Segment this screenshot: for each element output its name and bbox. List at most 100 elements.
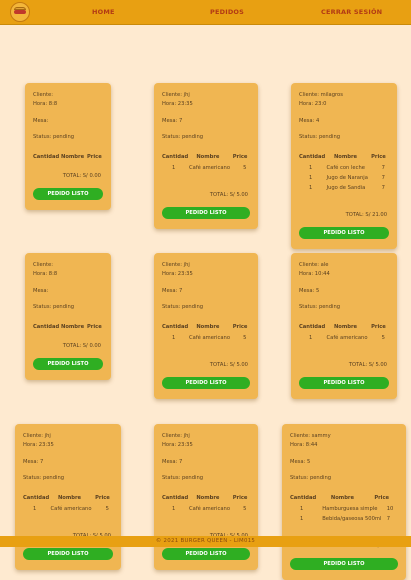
cliente-line: Cliente: sammy xyxy=(290,433,331,439)
order-total: TOTAL: S/ 0.00 xyxy=(63,173,101,179)
order-card: Cliente: Hora: 8:8 Mesa: Status: pending C… xyxy=(25,83,111,210)
col-cantidad-header: Cantidad xyxy=(290,495,317,501)
order-card: Cliente: jhj Hora: 23:35 Mesa: 7 Status: pe… xyxy=(154,253,258,399)
col-precio-header: Price xyxy=(371,154,386,160)
order-total: TOTAL: S/ 21.00 xyxy=(346,212,387,218)
order-card: Cliente: jhj Hora: 23:35 Mesa: 7 Status: pe… xyxy=(154,83,258,229)
pedido-listo-button[interactable]: PEDIDO LISTO xyxy=(162,548,250,560)
cliente-line-label: Cliente: xyxy=(33,262,53,268)
cliente-line-label: Cliente: xyxy=(33,92,53,98)
order-total: TOTAL: S/ 0.00 xyxy=(63,343,101,349)
mesa-line: Mesa: 4 xyxy=(299,118,319,124)
hora-line-value: 8:44 xyxy=(305,442,318,448)
col-precio-header: Price xyxy=(374,495,390,501)
status-line: Status: pending xyxy=(33,304,74,310)
item-nombre: Café con leche xyxy=(326,165,365,171)
item-precio: 7 xyxy=(386,516,391,522)
cliente-line-label: Cliente: xyxy=(299,92,319,98)
mesa-line-label: Mesa: xyxy=(162,118,178,124)
status-line-value: pending xyxy=(181,304,204,310)
mesa-line-label: Mesa: xyxy=(299,288,315,294)
mesa-line-value: 7 xyxy=(178,118,183,124)
hora-line-value: 23:0 xyxy=(314,101,327,107)
pedido-listo-button[interactable]: PEDIDO LISTO xyxy=(33,358,103,370)
status-line-value: pending xyxy=(181,134,204,140)
status-line-label: Status: xyxy=(162,134,181,140)
hora-line: Hora: 8:8 xyxy=(33,271,57,277)
col-cantidad-header: Cantidad xyxy=(162,495,189,501)
col-nombre-header: Nombre xyxy=(61,324,85,330)
col-cantidad-header: Cantidad xyxy=(162,324,189,330)
col-nombre-header: Nombre xyxy=(196,324,220,330)
order-total: TOTAL: S/ 5.00 xyxy=(349,362,387,368)
col-nombre-header: Nombre xyxy=(330,495,355,501)
mesa-line: Mesa: 7 xyxy=(162,288,182,294)
mesa-line: Mesa: 7 xyxy=(162,118,182,124)
mesa-line: Mesa: 5 xyxy=(299,288,319,294)
cliente-line-label: Cliente: xyxy=(23,433,43,439)
item-cantidad: 1 xyxy=(309,175,313,181)
pedido-listo-button[interactable]: PEDIDO LISTO xyxy=(23,548,113,560)
pedido-listo-button[interactable]: PEDIDO LISTO xyxy=(162,207,250,219)
cliente-line: Cliente: ale xyxy=(299,262,328,268)
cliente-line-value: ale xyxy=(320,262,329,268)
nav-pedidos-link[interactable]: PEDIDOS xyxy=(210,8,244,16)
pedido-listo-button[interactable]: PEDIDO LISTO xyxy=(33,188,103,200)
hora-line-label: Hora: xyxy=(162,101,177,107)
item-nombre: Café americano xyxy=(50,506,92,512)
mesa-line-value: 7 xyxy=(178,288,183,294)
order-card: Cliente: ale Hora: 10:44 Mesa: 5 Status: pe… xyxy=(291,253,397,399)
item-nombre: Café americano xyxy=(189,165,230,171)
nav-home-link[interactable]: HOME xyxy=(92,8,115,16)
total-value: 0.00 xyxy=(89,343,101,349)
cliente-line-value: jhj xyxy=(183,433,190,439)
item-precio: 10 xyxy=(386,506,394,512)
status-line-label: Status: xyxy=(290,475,309,481)
col-nombre-header: Nombre xyxy=(61,154,85,160)
pedido-listo-button[interactable]: PEDIDO LISTO xyxy=(299,227,389,239)
cliente-line: Cliente: jhj xyxy=(162,262,190,268)
hora-line: Hora: 23:35 xyxy=(162,101,193,107)
cliente-line-label: Cliente: xyxy=(290,433,310,439)
mesa-line-label: Mesa: xyxy=(23,459,39,465)
status-line-label: Status: xyxy=(33,304,52,310)
col-nombre-header: Nombre xyxy=(333,324,358,330)
order-card: Cliente: jhj Hora: 23:35 Mesa: 7 Status: pe… xyxy=(15,424,121,570)
cliente-line-value: jhj xyxy=(183,92,190,98)
hora-line-value: 23:35 xyxy=(177,101,193,107)
hora-line-value: 8:8 xyxy=(48,271,58,277)
col-precio-header: Price xyxy=(232,324,248,330)
hora-line: Hora: 8:8 xyxy=(33,101,57,107)
mesa-line-value: 5 xyxy=(315,288,320,294)
hora-line: Hora: 10:44 xyxy=(299,271,330,277)
pedido-listo-button[interactable]: PEDIDO LISTO xyxy=(290,558,398,570)
mesa-line-value: 4 xyxy=(315,118,320,124)
status-line: Status: pending xyxy=(299,304,340,310)
pedido-listo-button[interactable]: PEDIDO LISTO xyxy=(299,377,389,389)
status-line-value: pending xyxy=(52,134,75,140)
status-line-label: Status: xyxy=(299,304,318,310)
col-nombre-header: Nombre xyxy=(196,154,220,160)
cliente-line-label: Cliente: xyxy=(299,262,319,268)
status-line-label: Status: xyxy=(162,304,181,310)
footer-copyright: © 2021 BURGER QUEEN - LIM015 xyxy=(155,538,256,544)
order-card: Cliente: sammy Hora: 8:44 Mesa: 5 Status: p… xyxy=(282,424,406,580)
total-label: TOTAL: S/ xyxy=(348,362,374,368)
cliente-line: Cliente: jhj xyxy=(23,433,51,439)
status-line-value: pending xyxy=(52,304,75,310)
item-nombre: Café americano xyxy=(189,506,230,512)
mesa-line-label: Mesa: xyxy=(299,118,315,124)
status-line: Status: pending xyxy=(33,134,74,140)
cliente-line-value: sammy xyxy=(311,433,331,439)
hora-line-value: 8:8 xyxy=(48,101,58,107)
hora-line-label: Hora: xyxy=(299,101,314,107)
order-card: Cliente: jhj Hora: 23:35 Mesa: 7 Status: pe… xyxy=(154,424,258,570)
order-total: TOTAL: S/ 5.00 xyxy=(210,362,248,368)
mesa-line-label: Mesa: xyxy=(33,288,49,294)
item-precio: 7 xyxy=(381,165,385,171)
burger-logo-icon[interactable] xyxy=(10,2,30,22)
item-precio: 5 xyxy=(381,335,385,341)
pedido-listo-button[interactable]: PEDIDO LISTO xyxy=(162,377,250,389)
nav-logout-link[interactable]: CERRAR SESIÓN xyxy=(321,8,382,16)
status-line: Status: pending xyxy=(162,134,203,140)
